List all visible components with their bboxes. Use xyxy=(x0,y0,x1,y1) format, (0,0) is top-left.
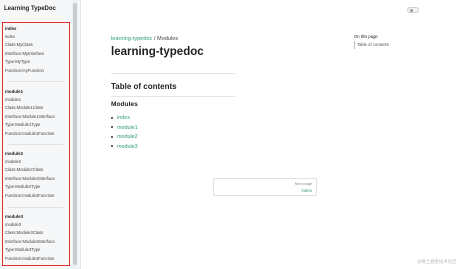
bullet-icon xyxy=(111,126,113,129)
nav-item[interactable]: Type:Module2Type xyxy=(5,183,55,191)
nav-divider xyxy=(7,144,63,145)
nav-item[interactable]: Class:Module1Class xyxy=(5,104,55,112)
nav-item[interactable]: Interface:Module3Interface xyxy=(5,238,55,246)
nav-item[interactable]: module1 xyxy=(5,96,55,104)
bullet-icon xyxy=(111,135,113,138)
sidebar-scrollbar-thumb[interactable] xyxy=(73,3,77,265)
nav-group-title: index xyxy=(5,26,17,31)
breadcrumb-current: Modules xyxy=(157,36,179,42)
on-this-page-title: On this page xyxy=(354,34,378,39)
bullet-icon xyxy=(111,116,113,119)
nav-group-title: module2 xyxy=(5,151,24,156)
module-link[interactable]: module1 xyxy=(117,125,138,131)
nav-item[interactable]: Interface:MyInterface xyxy=(5,50,44,58)
module-link[interactable]: module2 xyxy=(117,134,138,140)
nav-item[interactable]: Class:MyClass xyxy=(5,41,44,49)
nav-group-title: module1 xyxy=(5,89,24,94)
breadcrumb-separator: / xyxy=(153,36,156,42)
module-link[interactable]: module3 xyxy=(117,144,138,150)
list-item: module3 xyxy=(111,143,138,153)
nav-group-index: index index Class:MyClass Interface:MyIn… xyxy=(5,24,44,75)
title-divider xyxy=(111,73,235,74)
nav-group-module2: module2 module2 Class:Module2Class Inter… xyxy=(5,149,55,200)
nav-item[interactable]: Function:module1Function xyxy=(5,130,55,138)
bullet-icon xyxy=(111,145,113,148)
on-this-page-toc: On this page Table of contents xyxy=(354,33,389,49)
breadcrumb: learning-typedoc / Modules xyxy=(111,36,178,42)
next-page-button[interactable]: Next page index xyxy=(213,178,317,196)
nav-group-title: module3 xyxy=(5,214,24,219)
nav-item[interactable]: Interface:Module1Interface xyxy=(5,113,55,121)
next-page-link[interactable]: index xyxy=(302,188,313,193)
modules-list: index module1 module2 module3 xyxy=(111,114,138,152)
nav-group-module1: module1 module1 Class:Module1Class Inter… xyxy=(5,87,55,138)
nav-item[interactable]: Function:module2Function xyxy=(5,192,55,200)
theme-toggle[interactable] xyxy=(407,7,419,13)
sidebar: Learning TypeDoc index index Class:MyCla… xyxy=(0,0,81,269)
breadcrumb-link[interactable]: learning-typedoc xyxy=(111,36,152,42)
nav-item[interactable]: Function:myFunction xyxy=(5,67,44,75)
nav-item[interactable]: Class:Module3Class xyxy=(5,229,55,237)
nav-divider xyxy=(7,81,63,82)
nav-item[interactable]: Type:Module1Type xyxy=(5,121,55,129)
list-item: index xyxy=(111,114,138,124)
page-title: learning-typedoc xyxy=(111,46,204,58)
nav-item[interactable]: Type:MyType xyxy=(5,58,44,66)
nav-divider xyxy=(7,207,63,208)
nav-item[interactable]: Function:module3Function xyxy=(5,255,55,263)
nav-item[interactable]: Class:Module2Class xyxy=(5,166,55,174)
watermark: @稀土掘金技术社区 xyxy=(417,259,457,264)
nav-group-module3: module3 module3 Class:Module3Class Inter… xyxy=(5,212,55,263)
theme-toggle-icon xyxy=(410,9,413,12)
toc-divider xyxy=(111,96,235,97)
nav-item[interactable]: Type:Module3Type xyxy=(5,246,55,254)
next-page-label: Next page xyxy=(294,182,312,186)
modules-heading: Modules xyxy=(111,101,138,108)
nav-item[interactable]: Interface:Module2Interface xyxy=(5,175,55,183)
toc-heading: Table of contents xyxy=(111,82,177,91)
sidebar-nav-highlight: index index Class:MyClass Interface:MyIn… xyxy=(2,22,70,266)
list-item: module1 xyxy=(111,124,138,134)
site-title[interactable]: Learning TypeDoc xyxy=(4,6,56,12)
module-link[interactable]: index xyxy=(117,115,130,121)
on-this-page-item[interactable]: Table of contents xyxy=(354,41,389,49)
nav-item[interactable]: module3 xyxy=(5,221,55,229)
nav-item[interactable]: module2 xyxy=(5,158,55,166)
nav-item[interactable]: index xyxy=(5,33,44,41)
list-item: module2 xyxy=(111,133,138,143)
